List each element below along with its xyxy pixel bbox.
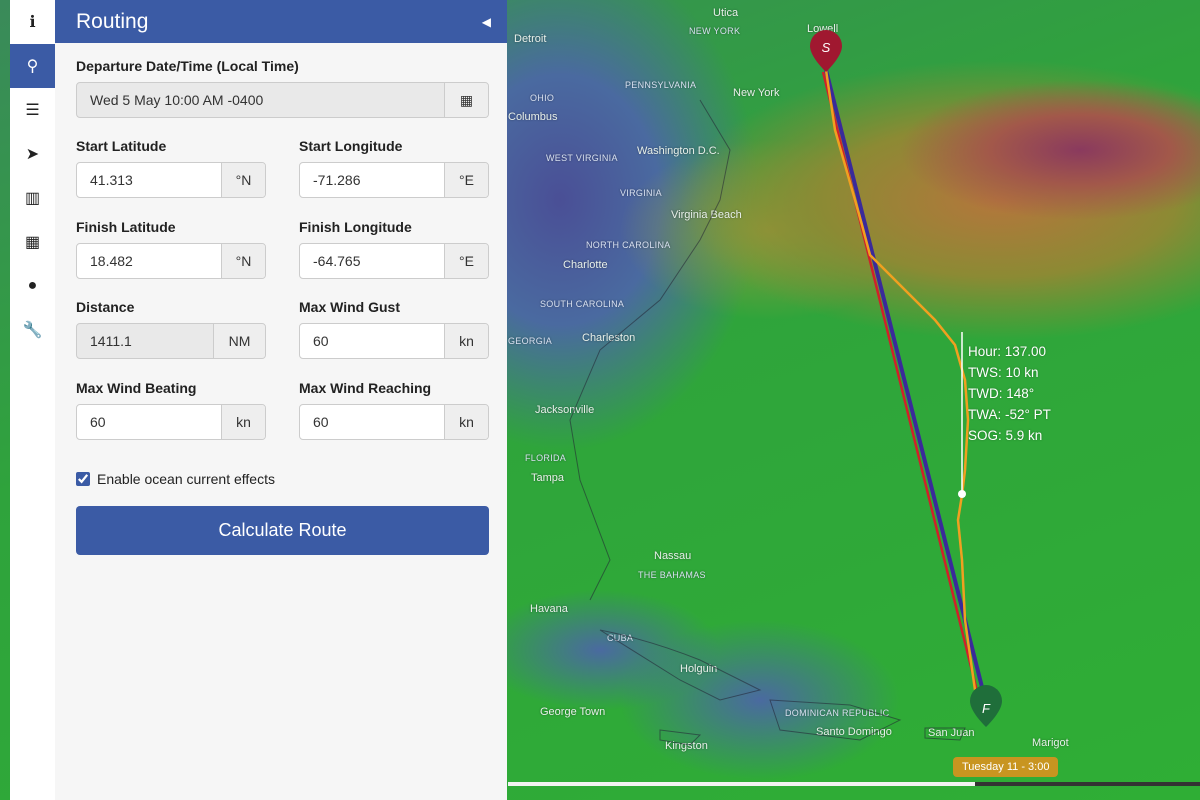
calculate-route-button[interactable]: Calculate Route (76, 506, 489, 555)
max-wind-gust-unit: kn (444, 324, 488, 358)
max-wind-gust-input[interactable] (300, 324, 444, 358)
calendar-icon: ▦ (24, 234, 41, 251)
time-cursor-point (958, 490, 966, 498)
max-wind-beating-input[interactable] (77, 405, 221, 439)
start-latitude-unit: °N (221, 163, 265, 197)
max-wind-gust-label: Max Wind Gust (299, 299, 400, 315)
distance-unit: NM (213, 324, 265, 358)
timeline-progress (508, 782, 976, 786)
finish-longitude-unit: °E (444, 244, 488, 278)
distance-label: Distance (76, 299, 135, 315)
route-blue (824, 69, 986, 696)
readout-sog: SOG: 5.9 kn (968, 428, 1043, 443)
departure-label: Departure Date/Time (Local Time) (76, 58, 299, 74)
info-icon: ℹ (29, 14, 36, 31)
ocean-current-checkbox[interactable] (76, 472, 90, 486)
sliders-icon: ☰ (25, 102, 40, 119)
finish-latitude-input[interactable] (77, 244, 221, 278)
max-wind-reaching-unit: kn (444, 405, 488, 439)
sidebar-item-user[interactable]: ● (10, 264, 55, 308)
bar-chart-icon: ▥ (24, 190, 41, 207)
readout-twa: TWA: -52° PT (968, 407, 1051, 422)
timeline-tooltip: Tuesday 11 - 3:00 (953, 757, 1059, 777)
max-wind-reaching-input[interactable] (300, 405, 444, 439)
navigation-arrow-icon: ➤ (25, 146, 40, 163)
user-icon: ● (27, 277, 38, 294)
readout-twd: TWD: 148° (968, 386, 1035, 401)
start-longitude-input[interactable] (300, 163, 444, 197)
timeline-slider[interactable] (508, 782, 1200, 786)
calendar-picker-icon[interactable]: ▦ (444, 83, 488, 117)
finish-latitude-unit: °N (221, 244, 265, 278)
sidebar-item-bar-chart[interactable]: ▥ (10, 176, 55, 220)
sidebar-item-wrench[interactable]: 🔧 (10, 308, 55, 352)
map-marker-icon: ⚲ (26, 58, 39, 75)
finish-latitude-label: Finish Latitude (76, 219, 176, 235)
ocean-current-checkbox-row[interactable]: Enable ocean current effects (76, 471, 275, 487)
panel-header: Routing ◀ (55, 0, 507, 43)
start-latitude-label: Start Latitude (76, 138, 167, 154)
departure-input[interactable] (77, 83, 444, 117)
coastlines (569, 99, 966, 746)
max-wind-reaching-label: Max Wind Reaching (299, 380, 432, 396)
finish-marker-label: F (982, 701, 991, 716)
finish-longitude-label: Finish Longitude (299, 219, 412, 235)
sidebar-item-calendar[interactable]: ▦ (10, 220, 55, 264)
max-wind-beating-unit: kn (221, 405, 265, 439)
start-longitude-unit: °E (444, 163, 488, 197)
start-marker-label: S (822, 40, 831, 55)
max-wind-beating-label: Max Wind Beating (76, 380, 197, 396)
departure-field[interactable]: ▦ (76, 82, 489, 118)
route-point-readout: Hour: 137.00 TWS: 10 kn TWD: 148° TWA: -… (968, 341, 1051, 446)
start-longitude-label: Start Longitude (299, 138, 403, 154)
sidebar-item-map-marker[interactable]: ⚲ (10, 44, 55, 88)
readout-hour: Hour: 137.00 (968, 344, 1047, 359)
finish-longitude-input[interactable] (300, 244, 444, 278)
start-latitude-input[interactable] (77, 163, 221, 197)
sidebar-item-info[interactable]: ℹ (10, 0, 55, 44)
collapse-panel-icon[interactable]: ◀ (482, 15, 491, 29)
distance-input (77, 324, 213, 358)
readout-tws: TWS: 10 kn (968, 365, 1039, 380)
sidebar-item-sliders[interactable]: ☰ (10, 88, 55, 132)
ocean-current-label: Enable ocean current effects (97, 471, 275, 487)
routing-panel: Routing ◀ Departure Date/Time (Local Tim… (55, 0, 507, 800)
sidebar-rail: ℹ ⚲ ☰ ➤ ▥ ▦ ● 🔧 (10, 0, 55, 800)
panel-title: Routing (76, 9, 149, 33)
sidebar-item-navigation-arrow[interactable]: ➤ (10, 132, 55, 176)
wrench-icon: 🔧 (22, 322, 43, 339)
